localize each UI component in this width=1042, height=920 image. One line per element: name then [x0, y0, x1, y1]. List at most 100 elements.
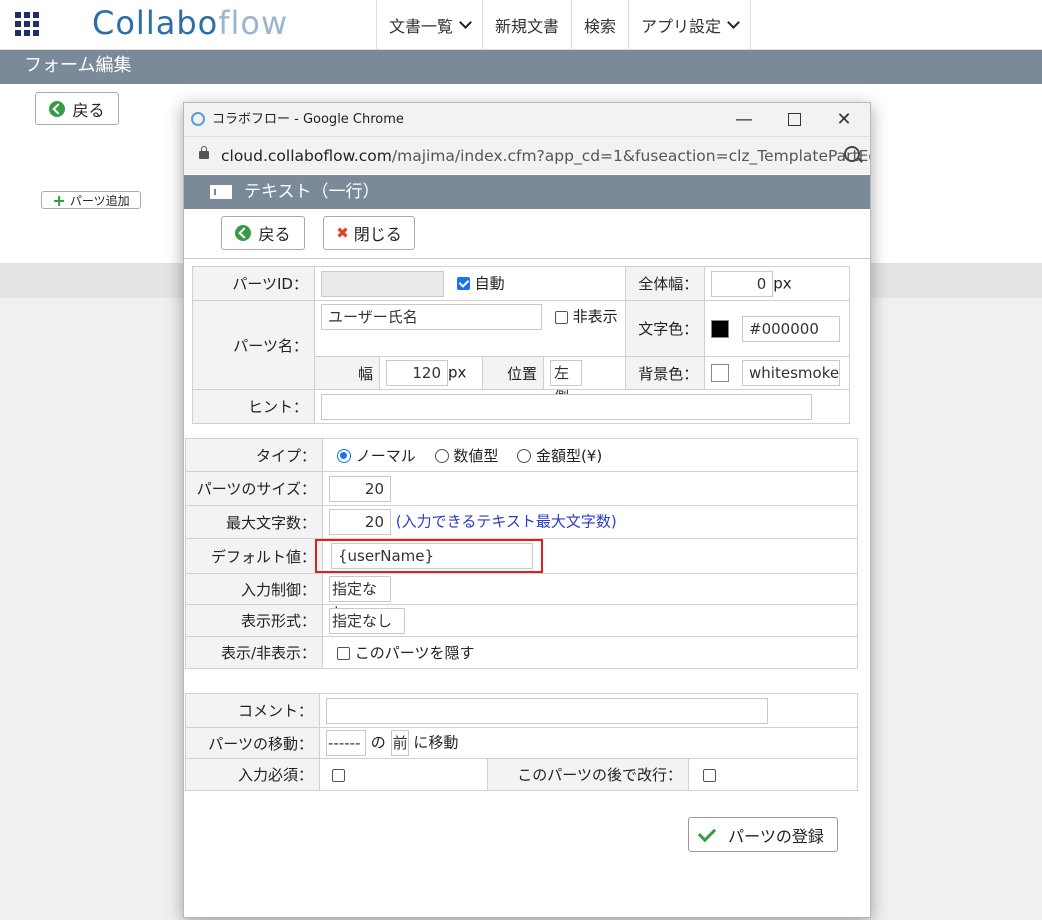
url-host: cloud.collaboflow.com	[221, 147, 392, 165]
required-label: 入力必須：	[185, 758, 320, 791]
chevron-down-icon	[459, 16, 472, 29]
move-text: に移動	[413, 733, 459, 752]
type-currency-label: 金額型(¥)	[535, 446, 603, 465]
width-input[interactable]: 120	[386, 360, 448, 386]
total-width-input[interactable]: 0	[711, 270, 774, 297]
zoom-icon[interactable]	[844, 146, 860, 162]
hint-cell	[314, 389, 850, 424]
total-width-unit: px	[773, 274, 792, 292]
nav-search[interactable]: 検索	[571, 0, 628, 50]
popup-close-button-label: 閉じる	[353, 225, 402, 244]
width-label: 幅	[314, 356, 380, 390]
input-control-label: 入力制御：	[185, 573, 323, 605]
default-value-input[interactable]: {userName}	[331, 543, 533, 569]
width-cell: 120 px	[379, 356, 483, 390]
comment-label: コメント：	[185, 693, 320, 728]
display-format-select[interactable]: 指定なし	[329, 607, 405, 634]
window-title: コラボフロー - Google Chrome	[212, 112, 404, 127]
type-normal-radio[interactable]	[337, 449, 351, 463]
chrome-favicon-icon	[191, 112, 205, 126]
input-control-select[interactable]: 指定なし	[329, 576, 391, 622]
close-icon: ✖	[336, 224, 349, 242]
max-chars-note: (入力できるテキスト最大文字数)	[395, 512, 617, 531]
max-chars-input[interactable]: 20	[329, 509, 391, 535]
logo[interactable]: Collaboflow	[92, 4, 288, 42]
text-color-label: 文字色：	[625, 300, 706, 357]
logo-part1: Collabo	[92, 4, 219, 42]
hide-part-checkbox[interactable]	[337, 647, 350, 660]
top-bar: Collaboflow 文書一覧 新規文書 検索 アプリ設定	[0, 0, 1042, 50]
part-id-cell: 自動	[313, 266, 627, 301]
text-color-swatch[interactable]	[711, 319, 730, 338]
part-name-label: パーツ名：	[192, 300, 315, 390]
default-value-cell: {userName}	[315, 538, 858, 574]
text-color-input[interactable]: #000000	[742, 315, 841, 342]
close-window-button[interactable]: ✕	[819, 103, 869, 136]
register-part-button[interactable]: パーツの登録	[688, 817, 838, 852]
comment-input[interactable]	[326, 697, 768, 724]
position-select[interactable]: 左側	[550, 360, 582, 406]
type-label: タイプ：	[185, 438, 323, 472]
nav-document-list-label: 文書一覧	[389, 17, 454, 36]
input-control-cell: 指定なし	[322, 573, 858, 622]
comment-cell	[319, 693, 858, 728]
chevron-down-icon	[727, 16, 740, 29]
popup-toolbar: 戻る ✖ 閉じる	[184, 209, 870, 259]
move-of-text: の	[370, 733, 386, 752]
type-number-radio[interactable]	[434, 449, 449, 463]
hide-name-checkbox[interactable]	[554, 310, 568, 324]
nav-app-settings[interactable]: アプリ設定	[628, 0, 752, 50]
part-size-label: パーツのサイズ：	[185, 471, 323, 506]
bg-color-input[interactable]: whitesmoke	[742, 360, 841, 386]
extra-settings-table: コメント： パーツの移動： ------ の 前 に移動 入力必須： このパーツ…	[185, 693, 858, 791]
position-cell: 左側	[542, 356, 627, 406]
main-nav: 文書一覧 新規文書 検索 アプリ設定	[376, 0, 752, 50]
maximize-button[interactable]	[769, 103, 819, 136]
minimize-button[interactable]: —	[719, 103, 769, 136]
total-width-label: 全体幅：	[625, 266, 706, 301]
nav-app-settings-label: アプリ設定	[641, 17, 722, 36]
window-titlebar: コラボフロー - Google Chrome — ✕	[184, 103, 870, 136]
type-number-label: 数値型	[453, 446, 499, 465]
add-part-button[interactable]: + パーツ追加	[41, 190, 141, 210]
bg-color-label: 背景色：	[625, 356, 706, 390]
text-field-icon	[210, 185, 232, 199]
required-checkbox[interactable]	[332, 768, 345, 782]
nav-search-label: 検索	[584, 17, 617, 36]
move-target-select[interactable]: ------	[326, 730, 366, 756]
nav-document-list[interactable]: 文書一覧	[376, 0, 482, 50]
basic-settings-table: パーツID： 自動 全体幅： 0 px パーツ名： ユーザー氏名 非表示 文字色：…	[192, 266, 850, 424]
move-position-select[interactable]: 前	[390, 730, 409, 756]
part-id-input[interactable]	[321, 270, 444, 297]
popup-back-button[interactable]: 戻る	[221, 216, 305, 250]
hide-name-label: 非表示	[572, 307, 618, 326]
address-bar[interactable]: cloud.collaboflow.com/majima/index.cfm?a…	[184, 136, 870, 174]
popup-window: コラボフロー - Google Chrome — ✕ cloud.collabo…	[183, 102, 871, 918]
plus-icon: +	[52, 190, 66, 210]
move-label: パーツの移動：	[185, 727, 320, 759]
auto-checkbox[interactable]	[456, 277, 470, 290]
part-id-label: パーツID：	[192, 266, 315, 301]
register-part-button-label: パーツの登録	[728, 826, 824, 846]
part-name-input[interactable]: ユーザー氏名	[321, 304, 542, 330]
line-break-cell	[688, 758, 858, 791]
required-cell	[319, 758, 488, 791]
line-break-checkbox[interactable]	[703, 768, 716, 782]
back-arrow-icon	[49, 100, 66, 117]
hint-label: ヒント：	[192, 389, 315, 424]
popup-close-button[interactable]: ✖ 閉じる	[323, 216, 415, 250]
part-size-input[interactable]: 20	[329, 475, 391, 502]
display-format-label: 表示形式：	[185, 604, 323, 637]
popup-back-button-label: 戻る	[258, 225, 291, 244]
default-value-label: デフォルト値：	[185, 538, 323, 574]
bg-color-cell: whitesmoke	[704, 356, 850, 390]
back-button[interactable]: 戻る	[35, 92, 119, 125]
nav-new-document[interactable]: 新規文書	[482, 0, 571, 50]
hint-input[interactable]	[321, 393, 812, 420]
lock-icon	[199, 146, 209, 159]
app-grid-icon[interactable]	[15, 12, 39, 36]
bg-color-swatch[interactable]	[711, 364, 730, 382]
display-format-cell: 指定なし	[322, 604, 858, 637]
type-currency-radio[interactable]	[517, 449, 532, 463]
hide-part-label: このパーツを隠す	[354, 644, 475, 662]
